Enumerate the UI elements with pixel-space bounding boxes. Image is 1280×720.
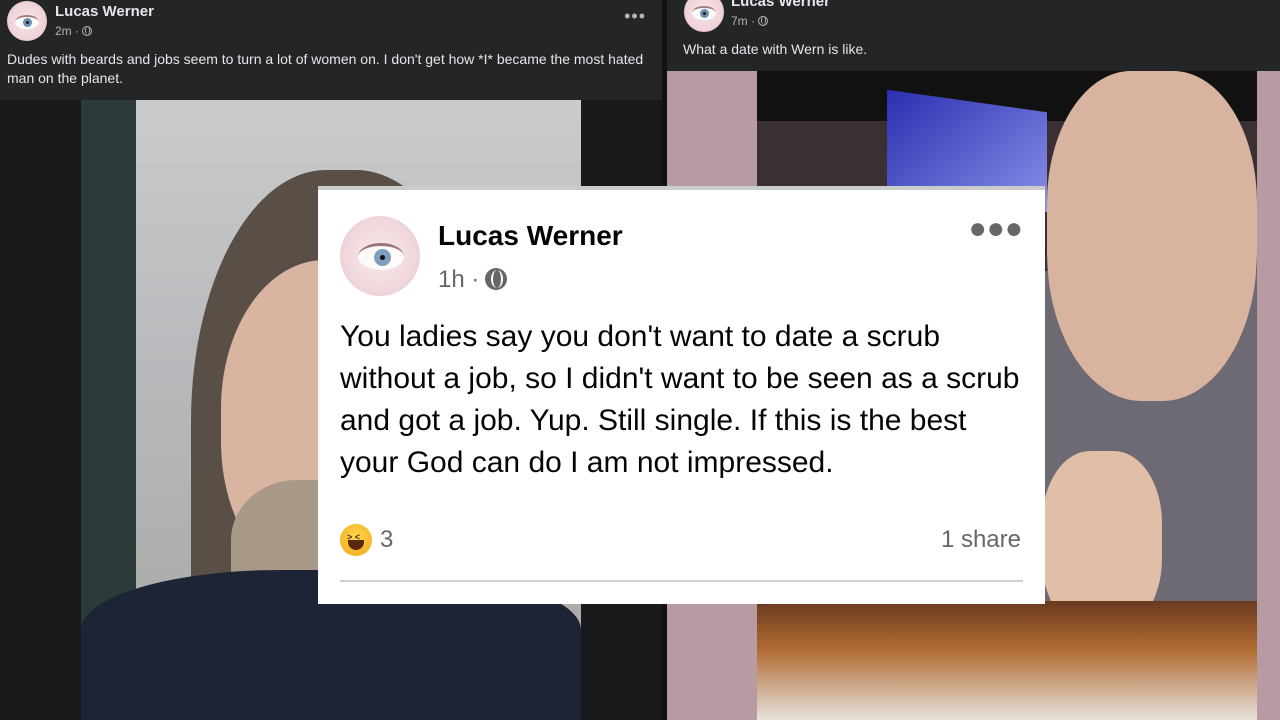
share-count[interactable]: 1 share [941, 526, 1021, 554]
divider [340, 580, 1023, 582]
more-options-icon[interactable]: ••• [624, 6, 646, 27]
right-post-header: Lucas Werner 7m · What a date with Wern … [667, 0, 1280, 71]
more-options-icon[interactable]: ●●● [969, 212, 1023, 246]
reaction-count[interactable]: 3 [380, 526, 393, 554]
author-name[interactable]: Lucas Werner [55, 3, 154, 20]
avatar[interactable] [684, 0, 724, 32]
avatar[interactable] [340, 216, 420, 296]
featured-post-card: Lucas Werner 1h · ●●● You ladies say you… [318, 186, 1045, 604]
author-name[interactable]: Lucas Werner [438, 220, 623, 252]
globe-icon [758, 16, 768, 26]
haha-reaction-icon[interactable]: > < [340, 524, 372, 556]
post-time[interactable]: 7m · [731, 14, 768, 28]
post-text: You ladies say you don't want to date a … [340, 320, 1020, 479]
globe-icon [485, 268, 508, 290]
post-text: What a date with Wern is like. [683, 41, 868, 57]
post-time[interactable]: 1h · [438, 266, 508, 294]
globe-icon [82, 26, 92, 36]
post-time[interactable]: 2m · [55, 24, 92, 38]
avatar[interactable] [7, 1, 47, 41]
left-post-header: Lucas Werner 2m · ••• Dudes with beards … [0, 0, 662, 100]
author-name[interactable]: Lucas Werner [731, 0, 830, 10]
post-text: Dudes with beards and jobs seem to turn … [7, 51, 644, 86]
